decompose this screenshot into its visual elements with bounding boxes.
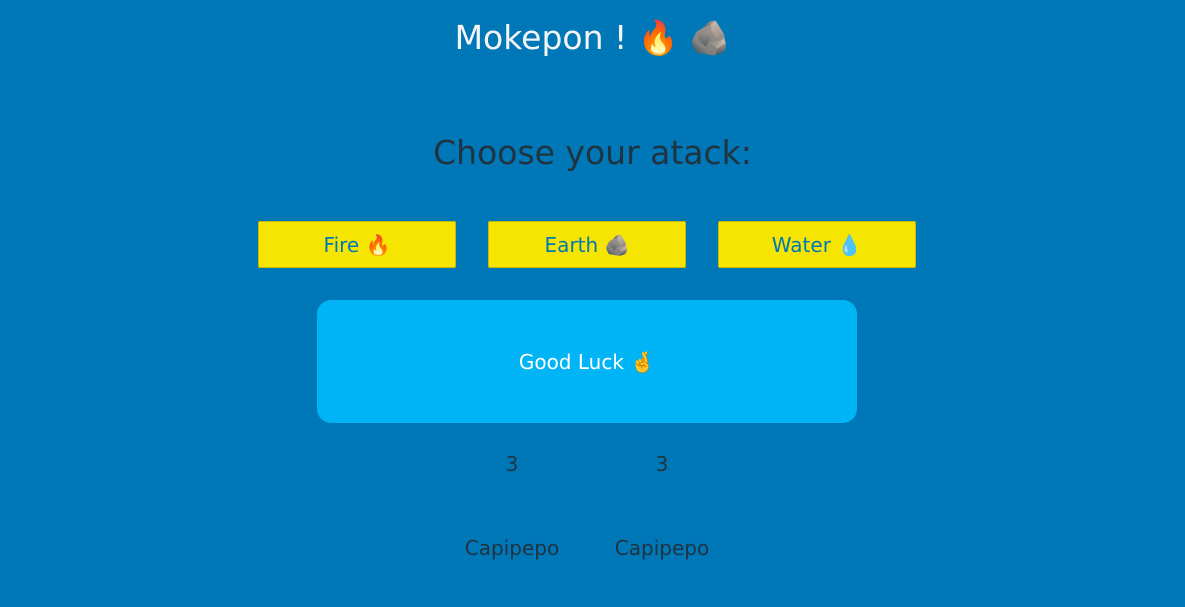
page-title: Mokepon ! 🔥 🪨 (454, 18, 731, 57)
result-message: Good Luck 🤞 (518, 349, 656, 374)
fire-attack-button[interactable]: Fire 🔥 (258, 221, 456, 268)
result-message-box: Good Luck 🤞 (317, 300, 857, 423)
attack-prompt: Choose your atack: (433, 133, 752, 172)
earth-attack-button[interactable]: Earth 🪨 (488, 221, 686, 268)
player-lives: 3 (505, 452, 519, 476)
enemy-pet-name: Capipepo (614, 536, 710, 560)
player-pet-name: Capipepo (464, 536, 560, 560)
water-attack-button[interactable]: Water 💧 (718, 221, 916, 268)
enemy-lives: 3 (655, 452, 669, 476)
